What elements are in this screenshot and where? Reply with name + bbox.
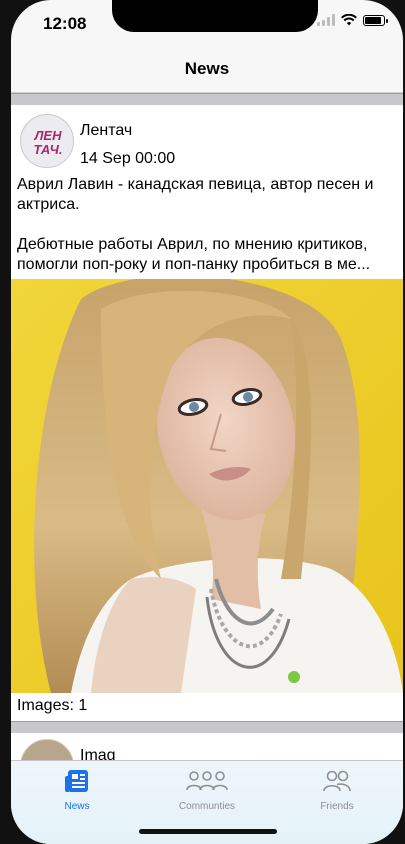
post-separator bbox=[11, 93, 403, 105]
post-text[interactable]: Аврил Лавин - канадская певица, автор пе… bbox=[11, 171, 403, 279]
home-indicator[interactable] bbox=[139, 829, 277, 834]
post-date: 14 Sep 00:00 bbox=[80, 150, 176, 167]
page-title: News bbox=[184, 59, 230, 78]
tab-news[interactable]: News bbox=[27, 769, 127, 812]
signal-icon bbox=[317, 14, 335, 26]
navigation-bar: News bbox=[11, 44, 403, 93]
news-feed[interactable]: ЛЕН ТАЧ. Лентач 14 Sep 00:00 Аврил Лавин… bbox=[11, 93, 403, 760]
news-post[interactable]: Imag bbox=[11, 733, 403, 760]
friends-icon bbox=[323, 770, 351, 792]
device-notch bbox=[112, 0, 318, 32]
images-count: Images: 1 bbox=[17, 697, 88, 714]
post-photo[interactable] bbox=[11, 279, 403, 693]
tab-label: Communties bbox=[178, 801, 236, 812]
news-post[interactable]: ЛЕН ТАЧ. Лентач 14 Sep 00:00 Аврил Лавин… bbox=[11, 105, 403, 721]
post-author[interactable]: Лентач bbox=[80, 122, 132, 140]
post-author[interactable]: Imag bbox=[80, 747, 116, 760]
status-icons bbox=[317, 14, 388, 26]
wifi-icon bbox=[341, 14, 357, 26]
svg-text:ТАЧ.: ТАЧ. bbox=[33, 142, 62, 157]
svg-text:ЛЕН: ЛЕН bbox=[34, 128, 63, 143]
status-time: 12:08 bbox=[43, 14, 87, 33]
communities-icon bbox=[186, 771, 228, 791]
battery-icon bbox=[363, 14, 388, 26]
device-frame: 12:08 News ЛЕН ТАЧ. Лентач 14 Sep 00:00 … bbox=[0, 0, 405, 844]
post-header: ЛЕН ТАЧ. Лентач 14 Sep 00:00 bbox=[11, 105, 403, 171]
tab-communities[interactable]: Communties bbox=[157, 769, 257, 812]
tab-label: News bbox=[64, 801, 90, 812]
lentach-logo: ЛЕН ТАЧ. bbox=[22, 116, 73, 167]
tab-label: Friends bbox=[320, 801, 354, 812]
tab-friends[interactable]: Friends bbox=[287, 769, 387, 812]
author-avatar[interactable]: ЛЕН ТАЧ. bbox=[20, 114, 74, 168]
author-avatar[interactable] bbox=[20, 739, 74, 760]
post-separator bbox=[11, 721, 403, 733]
news-icon bbox=[65, 770, 88, 792]
screen: 12:08 News ЛЕН ТАЧ. Лентач 14 Sep 00:00 … bbox=[11, 0, 403, 844]
